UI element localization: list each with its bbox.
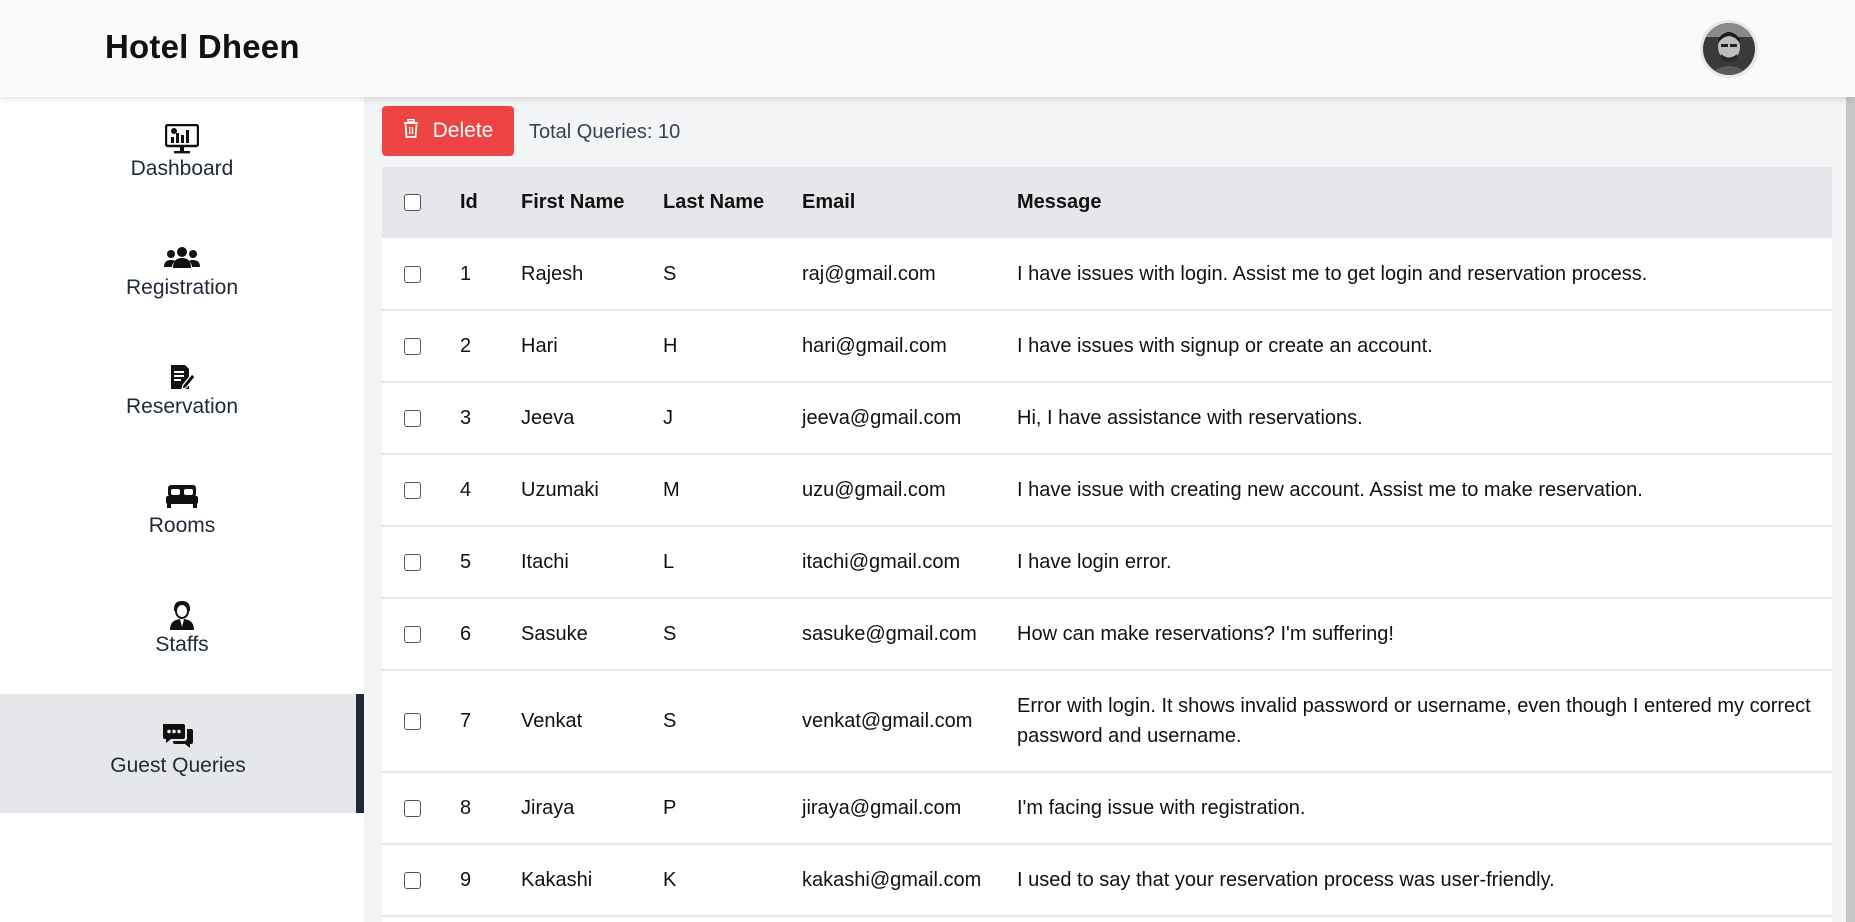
scrollbar-thumb[interactable]: [1846, 97, 1855, 922]
sidebar-item-registration[interactable]: Registration: [0, 216, 364, 335]
row-checkbox[interactable]: [404, 800, 421, 818]
cell-id: 6: [460, 598, 521, 671]
cell-last-name: P: [663, 772, 802, 845]
sidebar-item-label: Staffs: [155, 633, 209, 656]
cell-email: venkat@gmail.com: [802, 670, 1017, 773]
cell-message: I have issues with signup or create an a…: [1017, 310, 1832, 383]
cell-first-name: Jiraya: [521, 772, 663, 845]
table-row[interactable]: 2 Hari H hari@gmail.com I have issues wi…: [382, 310, 1832, 383]
cell-message: I'm facing issue with registration.: [1017, 772, 1832, 845]
cell-message: I used to say that your reservation proc…: [1017, 844, 1832, 917]
cell-first-name: Jeeva: [521, 382, 663, 455]
cell-id: 8: [460, 772, 521, 845]
table-row[interactable]: 7 Venkat S venkat@gmail.com Error with l…: [382, 670, 1832, 773]
column-header-first-name[interactable]: First Name: [521, 167, 663, 238]
cell-last-name: J: [663, 382, 802, 455]
column-header-message[interactable]: Message: [1017, 167, 1832, 238]
column-header-email[interactable]: Email: [802, 167, 1017, 238]
delete-button[interactable]: Delete: [382, 106, 514, 156]
sidebar-item-label: Registration: [125, 276, 239, 299]
staff-person-icon: [164, 600, 200, 630]
table-row[interactable]: 1 Rajesh S raj@gmail.com I have issues w…: [382, 238, 1832, 311]
row-checkbox[interactable]: [404, 554, 421, 572]
sidebar-item-label: Dashboard: [130, 157, 234, 180]
column-header-id[interactable]: Id: [460, 167, 521, 238]
cell-first-name: Kakashi: [521, 844, 663, 917]
cell-last-name: S: [663, 670, 802, 773]
table-row[interactable]: 6 Sasuke S sasuke@gmail.com How can make…: [382, 598, 1832, 671]
table-row[interactable]: 9 Kakashi K kakashi@gmail.com I used to …: [382, 844, 1832, 917]
column-header-last-name[interactable]: Last Name: [663, 167, 802, 238]
cell-email: jiraya@gmail.com: [802, 772, 1017, 845]
cell-first-name: Itachi: [521, 526, 663, 599]
cell-email: itachi@gmail.com: [802, 526, 1017, 599]
cell-last-name: H: [663, 310, 802, 383]
sidebar-item-label: Rooms: [148, 514, 216, 537]
cell-message: Hi, I have assistance with reservations.: [1017, 382, 1832, 455]
cell-email: uzu@gmail.com: [802, 454, 1017, 527]
document-edit-icon: [164, 362, 200, 392]
row-checkbox[interactable]: [404, 713, 421, 731]
row-checkbox[interactable]: [404, 410, 421, 428]
row-checkbox[interactable]: [404, 265, 421, 283]
cell-email: sasuke@gmail.com: [802, 598, 1017, 671]
cell-last-name: L: [663, 526, 802, 599]
table-row[interactable]: 5 Itachi L itachi@gmail.com I have login…: [382, 526, 1832, 599]
table-row[interactable]: 8 Jiraya P jiraya@gmail.com I'm facing i…: [382, 772, 1832, 845]
chat-bubbles-icon: [160, 721, 196, 751]
sidebar-item-rooms[interactable]: Rooms: [0, 454, 364, 573]
select-all-checkbox[interactable]: [404, 194, 421, 212]
user-avatar-icon[interactable]: [1700, 20, 1758, 78]
cell-email: kakashi@gmail.com: [802, 844, 1017, 917]
table-row[interactable]: 4 Uzumaki M uzu@gmail.com I have issue w…: [382, 454, 1832, 527]
cell-email: jeeva@gmail.com: [802, 382, 1017, 455]
sidebar-item-staffs[interactable]: Staffs: [0, 573, 364, 692]
cell-message: How can make reservations? I'm suffering…: [1017, 598, 1832, 671]
sidebar-item-guest-queries[interactable]: Guest Queries: [0, 694, 364, 813]
cell-id: 3: [460, 382, 521, 455]
row-checkbox[interactable]: [404, 872, 421, 890]
sidebar-item-reservation[interactable]: Reservation: [0, 335, 364, 454]
cell-message: I have issues with login. Assist me to g…: [1017, 238, 1832, 311]
cell-last-name: K: [663, 844, 802, 917]
cell-email: hari@gmail.com: [802, 310, 1017, 383]
sidebar-item-label: Guest Queries: [110, 754, 246, 777]
total-queries-count: Total Queries: 10: [529, 121, 681, 143]
cell-id: 7: [460, 670, 521, 773]
row-checkbox[interactable]: [404, 626, 421, 644]
table-header-row: Id First Name Last Name Email Message: [382, 167, 1832, 238]
cell-id: 9: [460, 844, 521, 917]
cell-last-name: S: [663, 598, 802, 671]
cell-email: raj@gmail.com: [802, 238, 1017, 311]
cell-first-name: Venkat: [521, 670, 663, 773]
cell-first-name: Uzumaki: [521, 454, 663, 527]
cell-first-name: Sasuke: [521, 598, 663, 671]
table-row[interactable]: 3 Jeeva J jeeva@gmail.com Hi, I have ass…: [382, 382, 1832, 455]
sidebar-item-label: Reservation: [125, 395, 239, 418]
row-checkbox[interactable]: [404, 482, 421, 500]
cell-message: I have login error.: [1017, 526, 1832, 599]
cell-first-name: Hari: [521, 310, 663, 383]
sidebar-item-dashboard[interactable]: Dashboard: [0, 97, 364, 216]
cell-id: 4: [460, 454, 521, 527]
dashboard-monitor-icon: [164, 124, 200, 154]
trash-icon: [403, 118, 419, 144]
top-bar: Hotel Dheen: [0, 0, 1855, 97]
cell-last-name: M: [663, 454, 802, 527]
users-group-icon: [164, 243, 200, 273]
bed-icon: [164, 481, 200, 511]
cell-id: 2: [460, 310, 521, 383]
cell-message: Error with login. It shows invalid passw…: [1017, 670, 1832, 773]
sidebar: Dashboard Registration Reservation Rooms…: [0, 97, 364, 922]
delete-button-label: Delete: [432, 119, 494, 142]
vertical-scrollbar[interactable]: [1846, 97, 1855, 922]
cell-first-name: Rajesh: [521, 238, 663, 311]
cell-id: 1: [460, 238, 521, 311]
row-checkbox[interactable]: [404, 338, 421, 356]
queries-table: Id First Name Last Name Email Message 1 …: [382, 167, 1832, 922]
app-title: Hotel Dheen: [105, 28, 300, 65]
cell-message: I have issue with creating new account. …: [1017, 454, 1832, 527]
cell-id: 5: [460, 526, 521, 599]
cell-last-name: S: [663, 238, 802, 311]
